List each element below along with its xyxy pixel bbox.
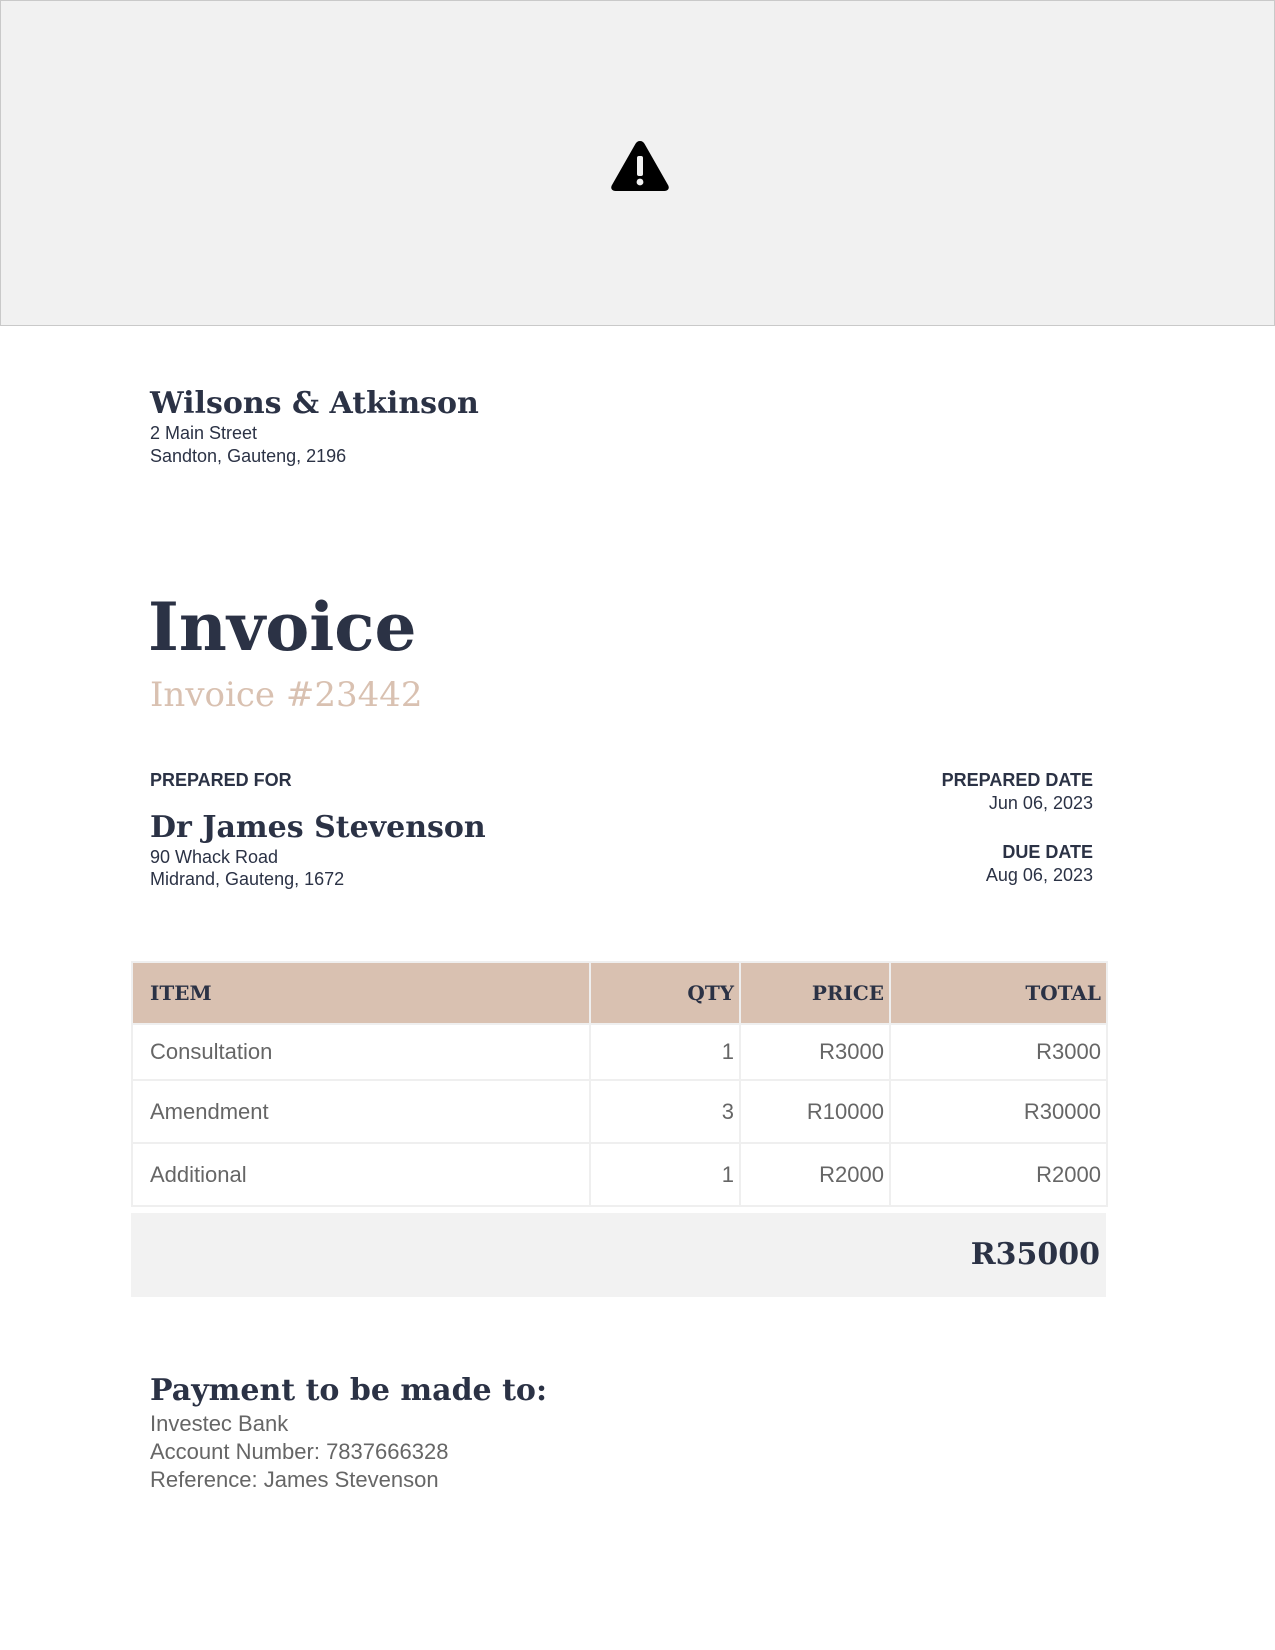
table-header-row: ITEM QTY PRICE TOTAL xyxy=(131,961,1108,1025)
payment-block: Payment to be made to: Investec Bank Acc… xyxy=(150,1372,547,1494)
row-qty: 1 xyxy=(589,1142,741,1207)
header-total: TOTAL xyxy=(889,961,1108,1025)
due-date-value: Aug 06, 2023 xyxy=(985,865,1093,885)
row-qty: 3 xyxy=(589,1079,741,1144)
header-item: ITEM xyxy=(131,961,591,1025)
prepared-date-label: PREPARED DATE xyxy=(941,770,1093,790)
company-address-line1: 2 Main Street xyxy=(150,423,258,443)
table-row: Amendment 3 R10000 R30000 xyxy=(131,1079,1108,1144)
client-name: Dr James Stevenson xyxy=(150,810,486,845)
row-qty: 1 xyxy=(589,1023,741,1081)
client-address-line1: 90 Whack Road xyxy=(150,847,279,867)
company-address-line2: Sandton, Gauteng, 2196 xyxy=(150,446,347,466)
header-price: PRICE xyxy=(739,961,891,1025)
payment-account: Account Number: 7837666328 xyxy=(150,1439,449,1464)
prepared-date-value: Jun 06, 2023 xyxy=(988,793,1093,813)
header-qty: QTY xyxy=(589,961,741,1025)
row-item: Amendment xyxy=(131,1079,591,1144)
grand-total-value: R35000 xyxy=(970,1237,1100,1272)
payment-title: Payment to be made to: xyxy=(150,1373,548,1408)
invoice-number: Invoice #23442 xyxy=(150,675,423,715)
due-date-label: DUE DATE xyxy=(1002,842,1093,862)
document-title: Invoice xyxy=(148,588,417,666)
table-row: Additional 1 R2000 R2000 xyxy=(131,1142,1108,1207)
prepared-for-block: PREPARED FOR Dr James Stevenson 90 Whack… xyxy=(150,768,486,890)
company-name: Wilsons & Atkinson xyxy=(150,386,479,421)
payment-bank: Investec Bank xyxy=(150,1411,289,1436)
image-placeholder-banner xyxy=(0,0,1275,326)
grand-total-row: R35000 xyxy=(131,1213,1106,1297)
row-price: R2000 xyxy=(739,1142,891,1207)
table-row: Consultation 1 R3000 R3000 xyxy=(131,1023,1108,1081)
row-total: R2000 xyxy=(889,1142,1108,1207)
row-item: Additional xyxy=(131,1142,591,1207)
row-total: R30000 xyxy=(889,1079,1108,1144)
items-table: ITEM QTY PRICE TOTAL Consultation 1 R300… xyxy=(131,961,1108,1207)
row-price: R3000 xyxy=(739,1023,891,1081)
row-item: Consultation xyxy=(131,1023,591,1081)
warning-icon xyxy=(610,139,670,193)
payment-reference: Reference: James Stevenson xyxy=(150,1467,439,1492)
row-price: R10000 xyxy=(739,1079,891,1144)
company-block: Wilsons & Atkinson 2 Main Street Sandton… xyxy=(150,386,479,468)
prepared-for-label: PREPARED FOR xyxy=(150,770,292,790)
row-total: R3000 xyxy=(889,1023,1108,1081)
client-address-line2: Midrand, Gauteng, 1672 xyxy=(150,869,345,889)
dates-block: PREPARED DATE Jun 06, 2023 DUE DATE Aug … xyxy=(942,768,1093,886)
